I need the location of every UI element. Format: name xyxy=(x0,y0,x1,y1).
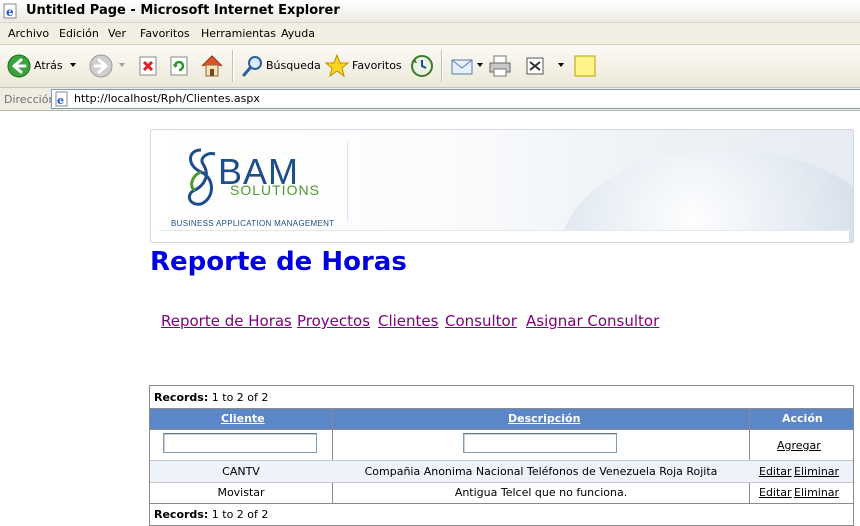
nav-proyectos[interactable]: Proyectos xyxy=(297,312,370,330)
search-button[interactable] xyxy=(241,54,265,78)
refresh-button[interactable] xyxy=(168,55,190,77)
window-titlebar: e Untitled Page - Microsoft Internet Exp… xyxy=(0,0,860,23)
records-label: Records: xyxy=(154,391,209,404)
back-arrow-icon xyxy=(7,54,31,78)
internet-explorer-icon: e xyxy=(3,3,17,19)
header-banner: BAM SOLUTIONS BUSINESS APPLICATION MANAG… xyxy=(150,129,854,243)
nav-reporte-de-horas[interactable]: Reporte de Horas xyxy=(161,312,292,330)
row-descripcion: Antigua Telcel que no funciona. xyxy=(454,486,628,499)
star-icon xyxy=(324,53,350,78)
forward-dropdown-icon[interactable] xyxy=(119,63,125,67)
search-label[interactable]: Búsqueda xyxy=(266,59,321,72)
forward-button[interactable] xyxy=(89,54,113,78)
browser-toolbar: Atrás Búsqueda Favoritos xyxy=(0,45,860,88)
nav-asignar-consultor[interactable]: Asignar Consultor xyxy=(526,312,659,330)
menu-ayuda[interactable]: Ayuda xyxy=(281,27,315,40)
back-dropdown-icon[interactable] xyxy=(70,63,76,67)
back-label[interactable]: Atrás xyxy=(34,59,63,72)
menu-favoritos[interactable]: Favoritos xyxy=(140,27,190,40)
filter-cliente-input[interactable] xyxy=(163,433,317,453)
records-count: 1 to 2 of 2 xyxy=(211,391,269,404)
bam-logo-icon xyxy=(187,148,216,206)
header-accion: Acción xyxy=(782,412,823,425)
row-cliente: CANTV xyxy=(222,465,260,478)
records-bottom: Records: 1 to 2 of 2 xyxy=(154,508,268,521)
discuss-button[interactable] xyxy=(573,54,597,78)
stop-button[interactable] xyxy=(137,55,159,77)
home-button[interactable] xyxy=(199,53,225,79)
mail-button[interactable] xyxy=(450,54,476,78)
forward-arrow-icon xyxy=(89,54,113,78)
delete-link[interactable]: Eliminar xyxy=(794,486,839,499)
favorites-label[interactable]: Favoritos xyxy=(352,59,402,72)
history-button[interactable] xyxy=(409,53,435,79)
records-count-bottom: 1 to 2 of 2 xyxy=(211,508,269,521)
window-title: Untitled Page - Microsoft Internet Explo… xyxy=(26,3,340,18)
address-bar: Dirección e http://localhost/Rph/Cliente… xyxy=(0,88,860,111)
page-icon: e xyxy=(55,91,68,107)
filter-descripcion-input[interactable] xyxy=(463,433,617,453)
print-button[interactable] xyxy=(487,53,513,79)
logo-tagline: BUSINESS APPLICATION MANAGEMENT xyxy=(171,219,335,228)
word-edit-icon xyxy=(526,57,544,75)
nav-clientes[interactable]: Clientes xyxy=(378,312,438,330)
mail-dropdown-icon[interactable] xyxy=(477,63,483,67)
address-field[interactable]: e http://localhost/Rph/Clientes.aspx xyxy=(51,89,860,109)
menu-bar: Archivo Edición Ver Favoritos Herramient… xyxy=(0,23,860,45)
records-label-bottom: Records: xyxy=(154,508,209,521)
edit-button[interactable] xyxy=(524,54,548,78)
edit-link[interactable]: Editar xyxy=(759,465,792,478)
row-cliente: Movistar xyxy=(217,486,265,499)
printer-icon xyxy=(489,55,511,77)
delete-link[interactable]: Eliminar xyxy=(794,465,839,478)
note-icon xyxy=(574,55,596,77)
header-descripcion[interactable]: Descripción xyxy=(508,412,580,425)
records-top: Records: 1 to 2 of 2 xyxy=(154,391,268,404)
page-content: BAM SOLUTIONS BUSINESS APPLICATION MANAG… xyxy=(0,111,860,526)
address-url[interactable]: http://localhost/Rph/Clientes.aspx xyxy=(74,92,260,105)
add-link[interactable]: Agregar xyxy=(777,439,821,452)
address-label: Dirección xyxy=(4,93,56,106)
edit-link[interactable]: Editar xyxy=(759,486,792,499)
edit-dropdown-icon[interactable] xyxy=(558,63,564,67)
refresh-icon xyxy=(170,56,188,76)
logo-sub-text: SOLUTIONS xyxy=(230,182,320,198)
grid-header: Cliente Descripción Acción xyxy=(150,408,853,430)
svg-text:e: e xyxy=(57,94,64,107)
svg-text:e: e xyxy=(6,5,14,19)
nav-consultor[interactable]: Consultor xyxy=(445,312,517,330)
history-icon xyxy=(411,55,433,77)
menu-herramientas[interactable]: Herramientas xyxy=(201,27,276,40)
stop-icon xyxy=(139,56,157,76)
favorites-button[interactable] xyxy=(324,53,350,79)
clientes-grid: Records: 1 to 2 of 2 Cliente Descripción… xyxy=(149,385,854,526)
home-icon xyxy=(201,55,223,77)
row-descripcion: Compañia Anonima Nacional Teléfonos de V… xyxy=(364,465,718,478)
search-icon xyxy=(242,56,262,77)
page-title: Reporte de Horas xyxy=(150,247,407,277)
menu-edicion[interactable]: Edición xyxy=(59,27,99,40)
header-cliente[interactable]: Cliente xyxy=(221,412,265,425)
mail-icon xyxy=(451,59,473,75)
back-button[interactable] xyxy=(7,54,31,78)
menu-archivo[interactable]: Archivo xyxy=(8,27,49,40)
menu-ver[interactable]: Ver xyxy=(108,27,126,40)
